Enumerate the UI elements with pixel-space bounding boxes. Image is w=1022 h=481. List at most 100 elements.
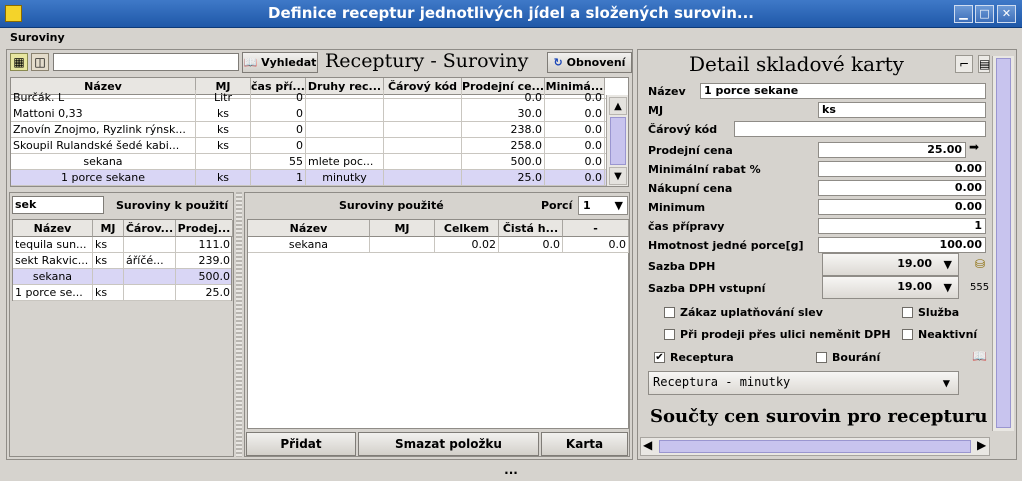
search-button[interactable]: 📖 Vyhledat [242, 52, 318, 73]
nazev-field[interactable]: 1 porce sekane [700, 83, 986, 99]
sluzba-checkbox[interactable] [902, 307, 913, 318]
zakaz-checkbox[interactable] [664, 307, 675, 318]
table-cell [370, 237, 435, 253]
receptura-checkbox[interactable]: ✔ [654, 352, 665, 363]
col-header[interactable]: Celkem [435, 220, 499, 237]
detail-field-value[interactable]: 0.00 [818, 161, 986, 177]
recipe-type-select[interactable]: Receptura - minutky ▼ [648, 371, 959, 395]
table-row[interactable]: Skoupil Rulandské šedé kabi... ks 0 258.0 0.… [11, 138, 628, 154]
dph-select[interactable]: 19.00 ▼ [822, 253, 959, 276]
dph-label: Sazba DPH [648, 260, 716, 273]
table-cell [306, 90, 384, 106]
table-cell: ks [196, 122, 251, 138]
col-header[interactable]: Název [248, 220, 370, 237]
table-cell: 500.0 [176, 269, 233, 285]
table-cell [93, 269, 124, 285]
detail-field-value[interactable]: 100.00 [818, 237, 986, 253]
receptura-label: Receptura [670, 351, 734, 364]
col-header[interactable]: - [563, 220, 629, 237]
available-table: Název MJ Čárov... Prodej... tequila sun.… [12, 219, 233, 301]
menu-suroviny[interactable]: Suroviny [10, 31, 65, 44]
bourani-label: Bourání [832, 351, 881, 364]
table-cell: 1 porce se... [13, 285, 93, 301]
neaktivni-label: Neaktivní [918, 328, 978, 341]
refresh-button[interactable]: ↻ Obnovení [547, 52, 632, 73]
detail-hscrollbar[interactable]: ◀ ▶ [640, 437, 990, 456]
bourani-checkbox[interactable] [816, 352, 827, 363]
maximize-button[interactable]: □ [975, 5, 994, 23]
table-cell: 1 [251, 170, 306, 186]
col-header[interactable]: MJ [370, 220, 435, 237]
recipe-type-value: Receptura - minutky [653, 375, 791, 389]
arrow-right-icon[interactable]: ➡ [969, 140, 979, 154]
book-icon[interactable]: 📖 [972, 349, 987, 363]
table-cell: 0.0 [545, 170, 605, 186]
scroll-down-icon[interactable]: ▼ [609, 167, 627, 185]
detail-field-value[interactable]: 0.00 [818, 180, 986, 196]
col-header[interactable]: MJ [93, 220, 124, 237]
minimize-button[interactable]: ▁ [954, 5, 973, 23]
detail-vscrollbar[interactable] [992, 56, 1014, 431]
scroll-thumb[interactable] [610, 117, 626, 165]
splitter-handle[interactable] [236, 192, 242, 457]
detail-field-label: Hmotnost jedné porce[g] [648, 239, 804, 252]
table-row[interactable]: 1 porce se... ks 25.0 [13, 285, 233, 301]
table-cell: sekana [13, 269, 93, 285]
table-cell: 0.0 [545, 106, 605, 122]
table-cell: mlete poc... [306, 154, 384, 170]
table-cell: 258.0 [462, 138, 545, 154]
mj-field[interactable]: ks [818, 102, 986, 118]
scroll-thumb[interactable] [659, 440, 971, 453]
filter-input[interactable]: sek [12, 196, 104, 214]
table-row[interactable]: sekana 55 mlete poc... 500.0 0.0 [11, 154, 628, 170]
recipe-table-scrollbar[interactable]: ▲ ▼ [606, 95, 628, 186]
col-header[interactable]: Čistá h... [499, 220, 563, 237]
table-cell [384, 154, 462, 170]
available-title: Suroviny k použití [116, 199, 229, 212]
search-input[interactable] [53, 53, 239, 71]
dph-in-label: Sazba DPH vstupní [648, 282, 766, 295]
col-header[interactable]: Čárov... [124, 220, 176, 237]
table-row[interactable]: sekt Rakvic... ks áříčé... 239.0 [13, 253, 233, 269]
book-icon: 📖 [243, 56, 258, 69]
table-cell: ks [196, 138, 251, 154]
box-icon[interactable]: ◫ [31, 53, 49, 71]
barcode-field[interactable] [734, 121, 986, 137]
scroll-up-icon[interactable]: ▲ [609, 97, 627, 115]
chevron-down-icon: ▼ [942, 376, 950, 390]
table-row[interactable]: sekana 0.02 0.0 0.0 [248, 237, 629, 253]
used-ingredients-panel: Suroviny použité Porcí 1 ▼ Název MJ Celk… [244, 192, 630, 457]
table-row[interactable]: tequila sun... ks 111.0 [13, 237, 233, 253]
scroll-thumb[interactable] [996, 58, 1011, 428]
table-cell: 0.0 [462, 90, 545, 106]
calculator-icon[interactable]: ▤ [978, 55, 990, 73]
col-header[interactable]: Prodej... [176, 220, 233, 237]
table-row[interactable]: sekana 500.0 [13, 269, 233, 285]
scroll-right-icon[interactable]: ▶ [977, 438, 986, 452]
table-cell [196, 154, 251, 170]
porci-select[interactable]: 1 ▼ [578, 196, 628, 215]
scroll-left-icon[interactable]: ◀ [643, 438, 652, 452]
detail-field-value[interactable]: 25.00 [818, 142, 966, 158]
nazev-label: Název [648, 85, 686, 98]
neaktivni-checkbox[interactable] [902, 329, 913, 340]
table-row[interactable]: Mattoni 0,33 ks 0 30.0 0.0 [11, 106, 628, 122]
delete-item-button[interactable]: Smazat položku [358, 432, 539, 456]
table-row[interactable]: Burčák. L Litr 0 0.0 0.0 [11, 90, 628, 106]
dph-in-select[interactable]: 19.00 ▼ [822, 276, 959, 299]
detail-field-value[interactable]: 1 [818, 218, 986, 234]
table-row[interactable]: 1 porce sekane ks 1 minutky 25.0 0.0 [11, 170, 628, 186]
used-title: Suroviny použité [339, 199, 444, 212]
col-header[interactable]: Název [13, 220, 93, 237]
add-button[interactable]: Přidat [246, 432, 356, 456]
table-cell: 0 [251, 138, 306, 154]
table-row[interactable]: Znovín Znojmo, Ryzlink rýnsk... ks 0 238.0 0… [11, 122, 628, 138]
coins-icon[interactable]: ⛁ [971, 256, 989, 274]
card-button[interactable]: Karta [541, 432, 628, 456]
close-button[interactable]: ✕ [997, 5, 1016, 23]
refresh-icon: ↻ [553, 56, 563, 69]
ulice-checkbox[interactable] [664, 329, 675, 340]
pipe-icon[interactable]: ⌐ [955, 55, 973, 73]
detail-field-value[interactable]: 0.00 [818, 199, 986, 215]
grid-icon[interactable]: ▦ [10, 53, 28, 71]
